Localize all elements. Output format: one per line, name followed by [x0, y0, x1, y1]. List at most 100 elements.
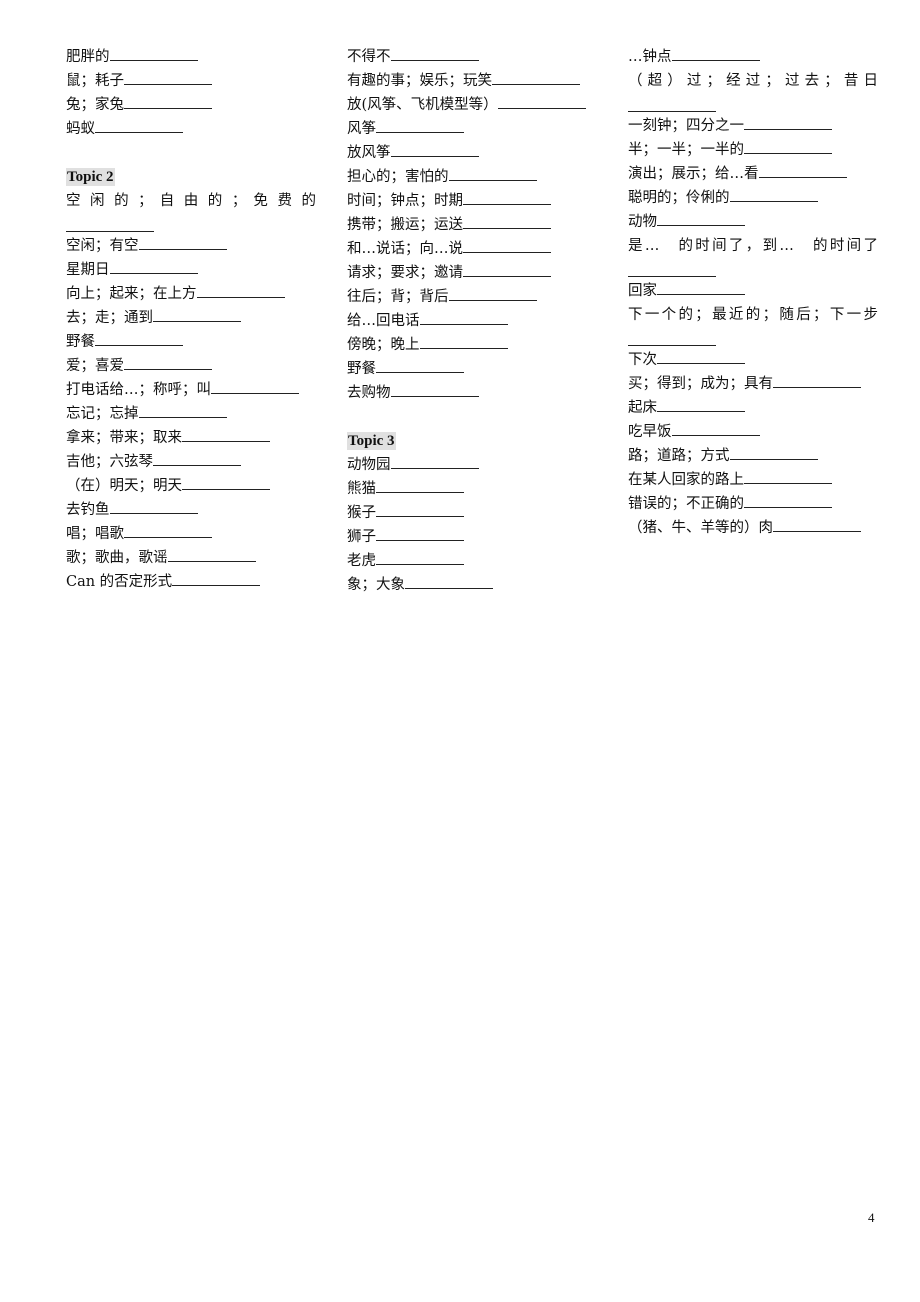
vocab-prompt: 忘记；忘掉 — [66, 406, 139, 422]
vocab-prompt: 往后；背；背后 — [347, 289, 449, 305]
answer-blank[interactable] — [376, 118, 464, 133]
answer-blank[interactable] — [463, 262, 551, 277]
answer-blank[interactable] — [657, 211, 745, 226]
answer-blank[interactable] — [138, 403, 227, 418]
answer-blank[interactable] — [138, 235, 227, 250]
answer-blank[interactable] — [182, 475, 270, 490]
vocab-prompt: 向上；起来；在上方 — [66, 286, 197, 302]
vocab-prompt: 错误的；不正确的 — [628, 496, 744, 512]
vocab-prompt: 熊猫 — [347, 481, 376, 497]
answer-blank[interactable] — [95, 331, 183, 346]
answer-blank[interactable] — [124, 523, 212, 538]
answer-blank[interactable] — [657, 349, 745, 364]
answer-blank[interactable] — [628, 97, 716, 112]
vocab-prompt: 猴子 — [347, 505, 376, 521]
answer-blank[interactable] — [657, 397, 745, 412]
answer-blank[interactable] — [419, 334, 508, 349]
answer-blank[interactable] — [376, 550, 464, 565]
answer-blank[interactable] — [172, 571, 261, 586]
answer-blank[interactable] — [95, 118, 183, 133]
answer-blank[interactable] — [448, 166, 537, 181]
vocab-item: 风筝 — [347, 117, 597, 141]
answer-blank[interactable] — [124, 70, 212, 85]
answer-blank[interactable] — [744, 139, 832, 154]
vocab-prompt: 动物园 — [347, 457, 391, 473]
answer-blank[interactable] — [167, 547, 256, 562]
vocab-item: 打电话给…；称呼；叫 — [66, 378, 316, 402]
vocab-item: 兔；家兔 — [66, 93, 316, 117]
vocab-prompt: 风筝 — [347, 121, 376, 137]
vocab-item: 往后；背；背后 — [347, 285, 597, 309]
vocab-item: 和…说话；向…说 — [347, 237, 597, 261]
answer-blank[interactable] — [744, 469, 832, 484]
topic-heading-row: Topic 3 — [347, 429, 597, 453]
answer-blank[interactable] — [463, 214, 551, 229]
answer-blank[interactable] — [124, 94, 212, 109]
answer-blank[interactable] — [497, 94, 586, 109]
column-1: 肥胖的 鼠；耗子 兔；家兔 蚂蚁 Topic 2 空 闲 的 ； 自 由 的 ； 免 费 … — [66, 45, 316, 594]
answer-blank[interactable] — [109, 259, 198, 274]
vocab-item: 有趣的事；娱乐；玩笑 — [347, 69, 597, 93]
answer-blank[interactable] — [671, 421, 760, 436]
answer-blank[interactable] — [109, 46, 198, 61]
vocab-prompt: 唱；唱歌 — [66, 526, 124, 542]
answer-blank[interactable] — [390, 142, 479, 157]
answer-blank[interactable] — [744, 115, 832, 130]
answer-blank[interactable] — [628, 331, 716, 346]
vocab-prompt: （在）明天；明天 — [66, 478, 182, 494]
vocab-prompt: 和…说话；向…说 — [347, 241, 463, 257]
vocab-item: 傍晚；晚上 — [347, 333, 597, 357]
answer-blank[interactable] — [729, 187, 818, 202]
answer-blank[interactable] — [153, 307, 241, 322]
answer-blank[interactable] — [758, 163, 847, 178]
answer-blank[interactable] — [463, 238, 551, 253]
answer-blank[interactable] — [66, 217, 154, 232]
vocab-prompt: 是… 的时间了，到… 的时间了 — [628, 238, 878, 254]
answer-blank[interactable] — [492, 70, 580, 85]
vocab-prompt: 下一个的；最近的；随后；下一步 — [628, 307, 878, 323]
answer-blank[interactable] — [376, 478, 464, 493]
answer-blank[interactable] — [376, 358, 464, 373]
vocab-item: 星期日 — [66, 258, 316, 282]
vocab-item: 熊猫 — [347, 477, 597, 501]
vocab-item: 聪明的；伶俐的 — [628, 186, 878, 210]
answer-blank[interactable] — [211, 379, 299, 394]
vocab-prompt: 歌；歌曲，歌谣 — [66, 550, 168, 566]
topic-heading-row: Topic 2 — [66, 165, 316, 189]
answer-blank[interactable] — [196, 283, 285, 298]
vocab-prompt: 起床 — [628, 400, 657, 416]
vocab-item: 吃早饭 — [628, 420, 878, 444]
answer-blank[interactable] — [744, 493, 832, 508]
answer-blank[interactable] — [182, 427, 270, 442]
answer-blank[interactable] — [448, 286, 537, 301]
vocab-prompt: 携带；搬运；运送 — [347, 217, 463, 233]
vocab-prompt: 演出；展示；给…看 — [628, 166, 759, 182]
answer-blank[interactable] — [390, 454, 479, 469]
vocab-item: 买；得到；成为；具有 — [628, 372, 878, 396]
answer-blank[interactable] — [419, 310, 508, 325]
vocab-prompt: 吉他；六弦琴 — [66, 454, 153, 470]
answer-blank[interactable] — [405, 574, 493, 589]
vocab-prompt: 傍晚；晚上 — [347, 337, 420, 353]
answer-blank[interactable] — [729, 445, 818, 460]
answer-blank[interactable] — [773, 373, 861, 388]
vocab-prompt: Can 的否定形式 — [66, 574, 173, 590]
vocab-prompt: 回家 — [628, 283, 657, 299]
answer-blank[interactable] — [773, 517, 861, 532]
answer-blank[interactable] — [463, 190, 551, 205]
answer-blank[interactable] — [390, 382, 479, 397]
vocab-prompt: 空 闲 的 ； 自 由 的 ； 免 费 的 — [66, 193, 316, 209]
answer-blank[interactable] — [390, 46, 479, 61]
answer-blank[interactable] — [153, 451, 241, 466]
answer-blank[interactable] — [376, 526, 464, 541]
answer-blank[interactable] — [671, 46, 760, 61]
page-number: 4 — [868, 1210, 875, 1225]
answer-blank[interactable] — [376, 502, 464, 517]
vocab-item: （在）明天；明天 — [66, 474, 316, 498]
vocab-item: 去购物 — [347, 381, 597, 405]
answer-blank[interactable] — [124, 355, 212, 370]
answer-blank[interactable] — [657, 280, 745, 295]
answer-blank[interactable] — [109, 499, 198, 514]
answer-blank[interactable] — [628, 262, 716, 277]
